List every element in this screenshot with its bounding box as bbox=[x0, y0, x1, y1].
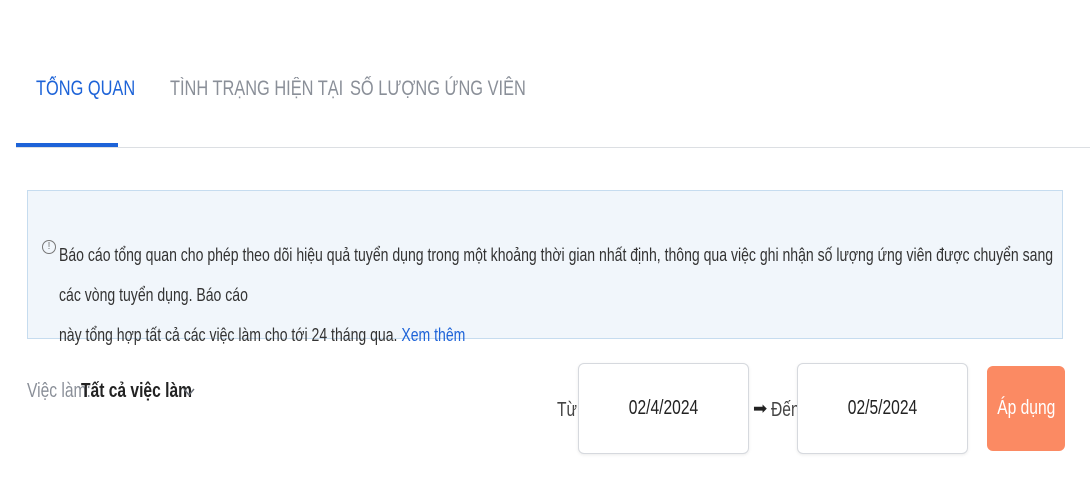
from-date-input[interactable]: 02/4/2024 bbox=[578, 363, 749, 454]
arrow-right-icon: ➡ bbox=[753, 399, 768, 418]
tab-candidate-count-label: SỐ LƯỢNG ỨNG VIÊN bbox=[350, 77, 526, 100]
tab-current-status-label: TÌNH TRẠNG HIỆN TẠI bbox=[170, 77, 344, 100]
tab-divider bbox=[16, 147, 1090, 148]
apply-button[interactable]: Áp dụng bbox=[987, 366, 1065, 451]
chevron-down-icon[interactable] bbox=[183, 384, 195, 400]
info-line-1: Báo cáo tổng quan cho phép theo dõi hiệu… bbox=[59, 245, 1054, 305]
apply-button-label: Áp dụng bbox=[996, 397, 1056, 419]
info-circle-icon: ! bbox=[42, 240, 56, 254]
to-date-value: 02/5/2024 bbox=[847, 397, 918, 419]
tab-overview[interactable]: TỔNG QUAN bbox=[36, 77, 163, 101]
info-banner: ! Báo cáo tổng quan cho phép theo dõi hi… bbox=[27, 190, 1063, 345]
info-text: Báo cáo tổng quan cho phép theo dõi hiệu… bbox=[59, 235, 1054, 355]
job-filter-value-text: Tất cả việc làm bbox=[81, 380, 193, 402]
to-date-input[interactable]: 02/5/2024 bbox=[797, 363, 968, 454]
job-filter-value[interactable]: Tất cả việc làm bbox=[81, 380, 223, 403]
info-line-2: này tổng hợp tất cả các việc làm cho tới… bbox=[59, 325, 398, 345]
tab-overview-label: TỔNG QUAN bbox=[36, 77, 136, 100]
tab-candidate-count[interactable]: SỐ LƯỢNG ỨNG VIÊN bbox=[350, 77, 575, 101]
from-date-value: 02/4/2024 bbox=[628, 397, 699, 419]
tab-bar: TỔNG QUAN TÌNH TRẠNG HIỆN TẠI SỐ LƯỢNG Ứ… bbox=[0, 0, 1090, 148]
see-more-link[interactable]: Xem thêm bbox=[401, 325, 465, 345]
